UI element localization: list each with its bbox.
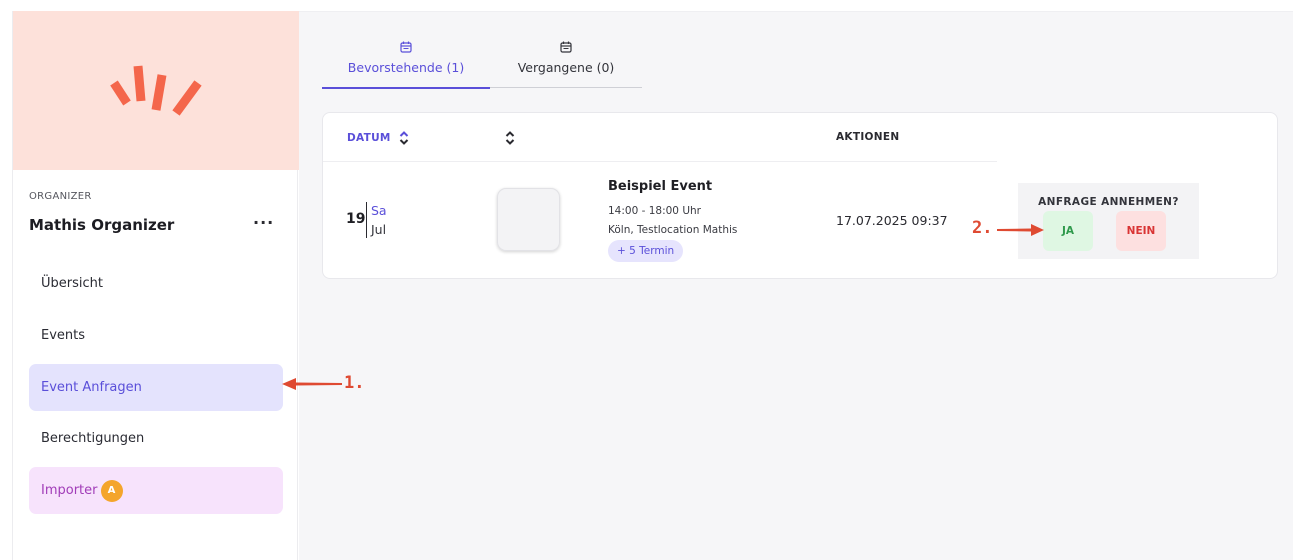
accept-yes-button[interactable]: JA (1043, 211, 1093, 251)
calendar-icon (400, 41, 412, 53)
main-content: Bevorstehende (1) Vergangene (0) DATUM A… (299, 11, 1293, 560)
annotation-label-1: 1. (344, 373, 365, 393)
sidebar: ORGANIZER Mathis Organizer ··· Übersicht… (12, 11, 299, 560)
tab-label: Bevorstehende (1) (347, 60, 465, 75)
organizer-name: Mathis Organizer (29, 216, 175, 234)
request-date: 17.07.2025 09:37 (836, 213, 948, 228)
annotation-arrow-2 (997, 224, 1044, 236)
tab-past[interactable]: Vergangene (0) (490, 40, 642, 88)
column-header-datum[interactable]: DATUM (347, 131, 409, 145)
column-header-aktionen: AKTIONEN (836, 131, 900, 143)
importer-badge: A (100, 479, 123, 502)
sidebar-item-events[interactable]: Events (29, 312, 283, 359)
column-header-label: DATUM (347, 132, 391, 144)
sidebar-item-label: Übersicht (41, 276, 103, 291)
annotation-arrow-1 (282, 378, 342, 390)
sidebar-item-label: Berechtigungen (41, 431, 145, 446)
date-divider (366, 202, 367, 238)
sidebar-item-label: Event Anfragen (41, 380, 142, 395)
tab-label: Vergangene (0) (517, 60, 615, 75)
event-thumbnail[interactable] (497, 188, 560, 251)
sidebar-item-importer[interactable]: Importer A (29, 467, 283, 514)
event-day: 19 (346, 211, 366, 227)
event-tabs: Bevorstehende (1) Vergangene (0) (322, 40, 642, 89)
sidebar-item-uebersicht[interactable]: Übersicht (29, 260, 283, 307)
burst-logo-icon (110, 65, 202, 116)
event-month: Jul (371, 222, 387, 237)
event-location: Köln, Testlocation Mathis (608, 224, 738, 236)
sort-icon[interactable] (505, 131, 515, 145)
sidebar-item-event-anfragen[interactable]: Event Anfragen (29, 364, 283, 411)
sidebar-item-berechtigungen[interactable]: Berechtigungen (29, 415, 283, 462)
organizer-banner (13, 11, 299, 170)
annotation-label-2: 2. (972, 218, 993, 238)
events-table: DATUM AKTIONEN 19 Sa Jul Beispiel Event … (322, 112, 1278, 279)
sidebar-item-label: Importer (41, 483, 98, 498)
event-time: 14:00 - 18:00 Uhr (608, 205, 701, 217)
column-header-event[interactable] (505, 131, 515, 145)
sort-icon[interactable] (399, 131, 409, 145)
sidebar-item-label: Events (41, 328, 86, 343)
event-weekday: Sa (371, 203, 387, 218)
accept-no-button[interactable]: NEIN (1116, 211, 1166, 251)
more-options-icon[interactable]: ··· (253, 213, 274, 232)
calendar-icon (560, 41, 572, 53)
tab-upcoming[interactable]: Bevorstehende (1) (322, 40, 490, 89)
more-dates-chip[interactable]: + 5 Termin (608, 240, 684, 262)
accept-request-panel: ANFRAGE ANNEHMEN? JA NEIN (1018, 183, 1199, 259)
accept-request-label: ANFRAGE ANNEHMEN? (1038, 196, 1179, 208)
header-divider (323, 161, 997, 162)
organizer-label: ORGANIZER (29, 191, 92, 202)
event-title[interactable]: Beispiel Event (608, 179, 712, 194)
